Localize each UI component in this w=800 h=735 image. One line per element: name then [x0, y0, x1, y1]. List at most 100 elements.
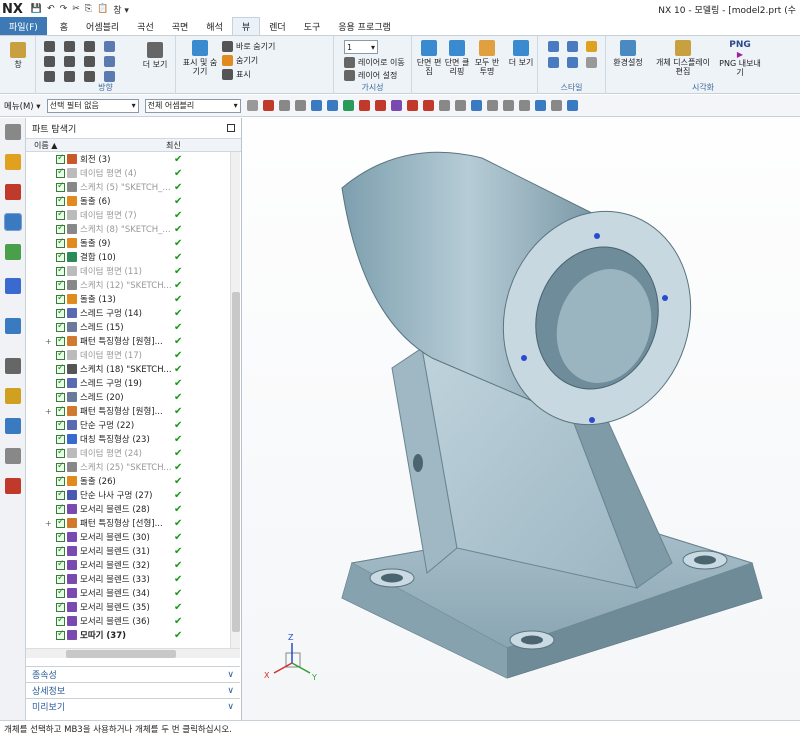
settings-icon[interactable]: [5, 124, 21, 140]
visibility-checkbox[interactable]: [56, 601, 65, 612]
thread-hole[interactable]: [662, 295, 668, 301]
visibility-checkbox[interactable]: [56, 321, 65, 332]
tree-row[interactable]: 모서리 블렌드 (32)✔: [26, 558, 230, 572]
horizontal-scrollbar[interactable]: [26, 648, 240, 658]
tree-row[interactable]: 단순 나사 구멍 (27)✔: [26, 488, 230, 502]
display-hide-button[interactable]: 표시 및 숨기기: [182, 40, 218, 76]
tree-row[interactable]: +패턴 특징형상 [원형]...✔: [26, 334, 230, 348]
view-tool-icon[interactable]: [470, 100, 482, 111]
png-export-button[interactable]: PNG ▶ PNG 내보내기: [716, 40, 764, 78]
tab-home[interactable]: 홈: [51, 17, 77, 35]
shaded-icon[interactable]: [548, 41, 559, 52]
visibility-checkbox[interactable]: [56, 573, 65, 584]
tree-row[interactable]: 모서리 블렌드 (34)✔: [26, 586, 230, 600]
snap-center-icon[interactable]: [406, 100, 418, 111]
process-studio-icon[interactable]: [5, 418, 21, 434]
window-button[interactable]: 창: [6, 42, 30, 69]
section-more-button[interactable]: 더 보기: [506, 40, 536, 67]
section-clip-button[interactable]: 단면 클리핑: [444, 40, 470, 76]
visibility-checkbox[interactable]: [56, 181, 65, 192]
undo-icon[interactable]: ↶: [47, 4, 55, 14]
visibility-checkbox[interactable]: [56, 265, 65, 276]
redo-icon[interactable]: ↷: [60, 4, 68, 14]
tree-row[interactable]: 모서리 블렌드 (36)✔: [26, 614, 230, 628]
wireframe-icon[interactable]: [548, 57, 559, 68]
visibility-checkbox[interactable]: [56, 153, 65, 164]
tab-render[interactable]: 렌더: [260, 17, 295, 35]
tree-row[interactable]: 스케치 (18) "SKETCH...✔: [26, 362, 230, 376]
hide-button[interactable]: 숨기기: [222, 54, 275, 68]
tree-row[interactable]: 돌출 (6)✔: [26, 194, 230, 208]
save-icon[interactable]: 💾: [31, 4, 42, 14]
expand-icon[interactable]: +: [45, 337, 52, 346]
shaded-edges-icon[interactable]: [567, 41, 578, 52]
visibility-checkbox[interactable]: [56, 587, 65, 598]
section-dependencies[interactable]: 종속성 ∨: [26, 666, 240, 682]
visibility-checkbox[interactable]: [56, 279, 65, 290]
vertical-scrollbar[interactable]: [230, 152, 240, 648]
back-view-icon[interactable]: [44, 71, 55, 82]
visibility-checkbox[interactable]: [56, 349, 65, 360]
section-edit-button[interactable]: 단면 편집: [416, 40, 442, 76]
env-settings-button[interactable]: 환경설정: [608, 40, 648, 67]
visibility-checkbox[interactable]: [56, 195, 65, 206]
tree-row[interactable]: 단순 구멍 (22)✔: [26, 418, 230, 432]
tab-surface[interactable]: 곡면: [163, 17, 198, 35]
section-details[interactable]: 상세정보 ∨: [26, 682, 240, 698]
visibility-checkbox[interactable]: [56, 293, 65, 304]
studio-icon[interactable]: [586, 41, 597, 52]
manufacturing-wizard-icon[interactable]: [5, 448, 21, 464]
cut-icon[interactable]: ✂: [72, 4, 80, 14]
constraint-navigator-icon[interactable]: [5, 184, 21, 200]
rect-select-icon[interactable]: [294, 100, 306, 111]
tree-row[interactable]: 돌출 (9)✔: [26, 236, 230, 250]
visibility-checkbox[interactable]: [56, 307, 65, 318]
hidden-icon[interactable]: [567, 57, 578, 68]
tree-row[interactable]: 모서리 블렌드 (31)✔: [26, 544, 230, 558]
move-to-layer-button[interactable]: 레이어로 이동: [344, 56, 405, 69]
immediate-hide-button[interactable]: 바로 숨기기: [222, 40, 275, 54]
tree-row[interactable]: 모서리 블렌드 (28)✔: [26, 502, 230, 516]
tri-view-icon[interactable]: [104, 71, 115, 82]
thread-hole[interactable]: [594, 233, 600, 239]
tree-row[interactable]: 돌출 (13)✔: [26, 292, 230, 306]
tab-assembly[interactable]: 어셈블리: [77, 17, 128, 35]
visibility-checkbox[interactable]: [56, 377, 65, 388]
tab-applications[interactable]: 응용 프로그램: [329, 17, 400, 35]
top-view-icon[interactable]: [64, 56, 75, 67]
tree-row[interactable]: +패턴 특징형상 [원형]...✔: [26, 404, 230, 418]
tree-row[interactable]: 모서리 블렌드 (35)✔: [26, 600, 230, 614]
tree-row[interactable]: 스레드 (20)✔: [26, 390, 230, 404]
history-icon[interactable]: [5, 358, 21, 374]
tree-row[interactable]: 데이텀 평면 (4)✔: [26, 166, 230, 180]
tree-row[interactable]: 스레드 (15)✔: [26, 320, 230, 334]
tree-row[interactable]: 대칭 특징형상 (23)✔: [26, 432, 230, 446]
visibility-checkbox[interactable]: [56, 503, 65, 514]
left-view-icon[interactable]: [84, 71, 95, 82]
visibility-checkbox[interactable]: [56, 391, 65, 402]
visibility-checkbox[interactable]: [56, 237, 65, 248]
layer-combo[interactable]: 1 ▾: [344, 40, 378, 54]
graphics-window[interactable]: Z X Y: [242, 118, 800, 720]
tree-row[interactable]: 데이텀 평면 (11)✔: [26, 264, 230, 278]
visibility-checkbox[interactable]: [56, 461, 65, 472]
tree-row[interactable]: 스케치 (12) "SKETCH...✔: [26, 278, 230, 292]
expand-icon[interactable]: +: [45, 519, 52, 528]
show-button[interactable]: 표시: [222, 68, 275, 82]
visibility-checkbox[interactable]: [56, 475, 65, 486]
tree-row[interactable]: 모서리 블렌드 (30)✔: [26, 530, 230, 544]
body-icon[interactable]: [310, 100, 322, 111]
tree-row[interactable]: 스케치 (8) "SKETCH_...✔: [26, 222, 230, 236]
view-tool5-icon[interactable]: [534, 100, 546, 111]
tree-row[interactable]: 스케치 (25) "SKETCH...✔: [26, 460, 230, 474]
paste-icon[interactable]: 📋: [97, 4, 108, 14]
visibility-checkbox[interactable]: [56, 335, 65, 346]
tree-row[interactable]: 스케치 (5) "SKETCH_...✔: [26, 180, 230, 194]
visibility-checkbox[interactable]: [56, 363, 65, 374]
assembly-navigator-icon[interactable]: [5, 154, 21, 170]
visibility-checkbox[interactable]: [56, 167, 65, 178]
tree-row[interactable]: 회전 (3)✔: [26, 152, 230, 166]
tree-row[interactable]: 데이텀 평면 (17)✔: [26, 348, 230, 362]
view-tool7-icon[interactable]: [566, 100, 578, 111]
snap-cross-icon[interactable]: [422, 100, 434, 111]
